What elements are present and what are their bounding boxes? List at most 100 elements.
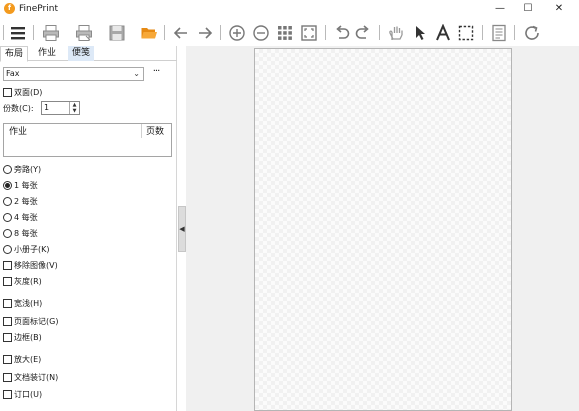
job-list-header-job: 作业 [9,127,28,137]
thumbnail-grid-icon[interactable] [274,22,296,44]
checkbox-box [3,390,12,399]
copies-value[interactable]: 1 [44,102,49,114]
layout-radio-2-up[interactable]: 2 每张 [3,195,38,208]
option-label: 宽浅(H) [14,299,43,308]
radio-circle [3,197,12,206]
notes-icon[interactable] [488,22,510,44]
option-label: 页面标记(G) [14,317,59,326]
print-icon[interactable] [40,22,62,44]
toolbar-separator [379,25,380,40]
grayscale-checkbox[interactable]: 灰度(R) [3,275,42,288]
checkbox-box [3,333,12,342]
toolbar-separator [3,25,4,40]
preview-canvas[interactable] [186,46,579,411]
layout-radio-label: 8 每张 [14,229,38,238]
toolbar-separator [325,25,326,40]
option-label: 灰度(R) [14,277,42,286]
copies-stepper[interactable]: 1 ▲ ▼ [41,101,80,115]
checkbox-box [3,261,12,270]
document-binding-checkbox[interactable]: 文档装订(N) [3,371,58,384]
pointer-icon[interactable] [409,22,431,44]
duplex-checkbox[interactable]: 双面(D) [3,86,42,99]
menu-icon[interactable] [7,22,29,44]
layout-radio-8-up[interactable]: 8 每张 [3,227,38,240]
checkbox-box [3,373,12,382]
toolbar [0,18,579,46]
remove-images-checkbox[interactable]: 移除图像(V) [3,259,58,272]
printer-select-value: Fax [6,69,20,78]
save-as-pdf-icon[interactable] [73,22,95,44]
layout-radio-booklet[interactable]: 小册子(K) [3,243,50,256]
radio-circle [3,181,12,190]
radio-selected-dot [5,183,10,188]
option-label: 订口(U) [14,390,43,399]
close-button[interactable]: ✕ [539,0,579,18]
tab-layout[interactable]: 布局 [0,46,29,62]
settings-panel: 布局 作业 便笺 Fax ⌄ ··· 双面(D) 份数(C): 1 ▲ ▼ 作业… [0,46,177,411]
option-label: 文档装订(N) [14,373,59,382]
fineprint-logo-icon: f [4,3,15,14]
fit-page-icon[interactable] [298,22,320,44]
page-marks-checkbox[interactable]: 页面标记(G) [3,315,58,328]
checkbox-box [3,299,12,308]
toolbar-separator [514,25,515,40]
job-list[interactable]: 作业 页数 [3,123,172,157]
printer-select[interactable]: Fax ⌄ [3,67,144,81]
stepper-down-icon[interactable]: ▼ [70,108,79,114]
option-label: 移除图像(V) [14,261,58,270]
save-icon[interactable] [106,22,128,44]
checkbox-box [3,355,12,364]
toolbar-separator [482,25,483,40]
layout-radio-label: 2 每张 [14,197,38,206]
column-divider [141,124,142,138]
redo-icon[interactable] [352,22,374,44]
radio-circle [3,229,12,238]
checkbox-box [3,277,12,286]
layout-radio-label: 旁路(Y) [14,165,42,174]
tab-notes[interactable]: 便笺 [68,46,95,61]
zoom-in-icon[interactable] [226,22,248,44]
layout-radio-bypass[interactable]: 旁路(Y) [3,163,41,176]
layout-radio-label: 1 每张 [14,181,38,190]
tab-job[interactable]: 作业 [34,46,60,61]
copies-label: 份数(C): [3,104,34,113]
select-rectangle-icon[interactable] [455,22,477,44]
option-label: 放大(E) [14,355,42,364]
chevron-down-icon: ⌄ [133,69,140,78]
toolbar-separator [33,25,34,40]
panel-tabs: 布局 作业 便笺 [0,46,177,62]
toolbar-separator [164,25,165,40]
layout-radio-4-up[interactable]: 4 每张 [3,211,38,224]
option-label: 边框(B) [14,333,42,342]
checkbox-box [3,88,12,97]
layout-radio-1-up[interactable]: 1 每张 [3,179,38,192]
title-bar: f FinePrint — ☐ ✕ [0,0,579,18]
duplex-label: 双面(D) [14,88,43,97]
zoom-out-icon[interactable] [250,22,272,44]
enlarge-checkbox[interactable]: 放大(E) [3,353,41,366]
borders-checkbox[interactable]: 边框(B) [3,331,42,344]
layout-radio-label: 小册子(K) [14,245,50,254]
more-options-button[interactable]: ··· [149,67,163,81]
radio-circle [3,245,12,254]
radio-circle [3,165,12,174]
collapse-left-icon: ◀ [179,225,185,233]
panel-collapse-handle[interactable]: ◀ [178,206,186,252]
back-arrow-icon[interactable] [170,22,192,44]
undo-icon[interactable] [331,22,353,44]
refresh-icon[interactable] [521,22,543,44]
checkbox-box [3,317,12,326]
open-folder-icon[interactable] [138,22,160,44]
gutter-checkbox[interactable]: 订口(U) [3,388,42,401]
page-preview[interactable] [254,48,512,411]
layout-radio-label: 4 每张 [14,213,38,222]
radio-circle [3,213,12,222]
shallow-checkbox[interactable]: 宽浅(H) [3,297,42,310]
forward-arrow-icon[interactable] [194,22,216,44]
text-icon[interactable] [432,22,454,44]
stepper-buttons: ▲ ▼ [69,102,79,114]
job-list-header-pages: 页数 [146,127,165,137]
hand-icon[interactable] [385,22,407,44]
toolbar-separator [220,25,221,40]
window-title: FinePrint [19,4,58,14]
